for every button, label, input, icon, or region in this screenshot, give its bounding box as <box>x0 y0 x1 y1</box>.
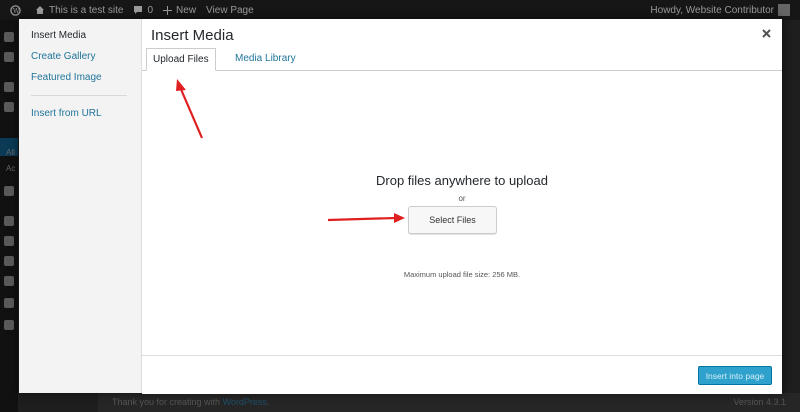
footer-thanks: Thank you for creating with WordPress. <box>112 397 269 407</box>
drop-instructions: Drop files anywhere to upload <box>376 173 548 188</box>
modal-title: Insert Media <box>151 27 234 44</box>
comment-icon <box>134 6 143 14</box>
site-name: This is a test site <box>49 4 124 16</box>
dashboard-icon[interactable] <box>4 32 14 42</box>
pin-icon[interactable] <box>4 82 14 92</box>
wordpress-link[interactable]: WordPress <box>223 397 267 407</box>
menu-item-insert-from-url[interactable]: Insert from URL <box>31 108 102 119</box>
home-icon <box>36 6 44 14</box>
menu-item-create-gallery[interactable]: Create Gallery <box>31 51 95 62</box>
admin-menu: All Ac <box>0 20 18 412</box>
media-icon[interactable] <box>4 102 14 112</box>
comments-count: 0 <box>147 4 154 16</box>
plugins-icon[interactable] <box>4 236 14 246</box>
footer-version: Version 4.3.1 <box>733 397 786 407</box>
menu-item-featured-image[interactable]: Featured Image <box>31 72 102 83</box>
jetpack-icon[interactable] <box>4 52 14 62</box>
admin-footer: Thank you for creating with WordPress. V… <box>98 393 800 412</box>
admin-bar: W This is a test site 0 New View Page Ho… <box>0 0 800 20</box>
insert-into-page-button[interactable]: Insert into page <box>698 366 772 385</box>
menu-separator <box>31 95 127 96</box>
tools-icon[interactable] <box>4 276 14 286</box>
menu-all-label[interactable]: All <box>6 148 15 157</box>
users-icon[interactable] <box>4 256 14 266</box>
view-page-link[interactable]: View Page <box>206 5 254 16</box>
media-menu: Insert Media Create Gallery Featured Ima… <box>19 19 142 393</box>
wordpress-icon: W <box>10 4 21 16</box>
site-name-link[interactable]: This is a test site <box>35 5 123 16</box>
collapse-icon[interactable] <box>4 320 14 330</box>
menu-add-label[interactable]: Ac <box>6 164 15 173</box>
or-separator: or <box>458 194 466 203</box>
router-tabs: Upload Files Media Library <box>142 48 782 71</box>
select-files-button[interactable]: Select Files <box>408 206 497 234</box>
avatar <box>778 4 790 16</box>
appearance-icon[interactable] <box>4 216 14 226</box>
howdy-text: Howdy, Website Contributor <box>650 4 774 16</box>
close-button[interactable] <box>758 25 774 41</box>
upload-ui[interactable]: Drop files anywhere to upload or Select … <box>142 71 782 355</box>
comments-menu-icon[interactable] <box>4 186 14 196</box>
svg-text:W: W <box>13 6 20 14</box>
comments-link[interactable]: 0 <box>133 5 153 16</box>
close-icon <box>761 28 771 38</box>
tab-media-library[interactable]: Media Library <box>229 48 302 70</box>
my-account-menu[interactable]: Howdy, Website Contributor <box>650 4 790 16</box>
tab-upload-files[interactable]: Upload Files <box>146 48 216 71</box>
plus-icon <box>163 5 173 15</box>
new-content-link[interactable]: New <box>163 5 196 16</box>
modal-toolbar: Insert into page <box>142 355 782 394</box>
media-modal: Insert Media Create Gallery Featured Ima… <box>19 19 782 394</box>
max-upload-size: Maximum upload file size: 256 MB. <box>403 270 521 279</box>
settings-icon[interactable] <box>4 298 14 308</box>
footer-thanks-suffix: . <box>266 397 270 407</box>
wordpress-logo[interactable]: W <box>10 4 25 16</box>
footer-thanks-prefix: Thank you for creating with <box>112 397 223 407</box>
new-label: New <box>176 4 197 16</box>
menu-item-insert-media[interactable]: Insert Media <box>31 30 86 41</box>
